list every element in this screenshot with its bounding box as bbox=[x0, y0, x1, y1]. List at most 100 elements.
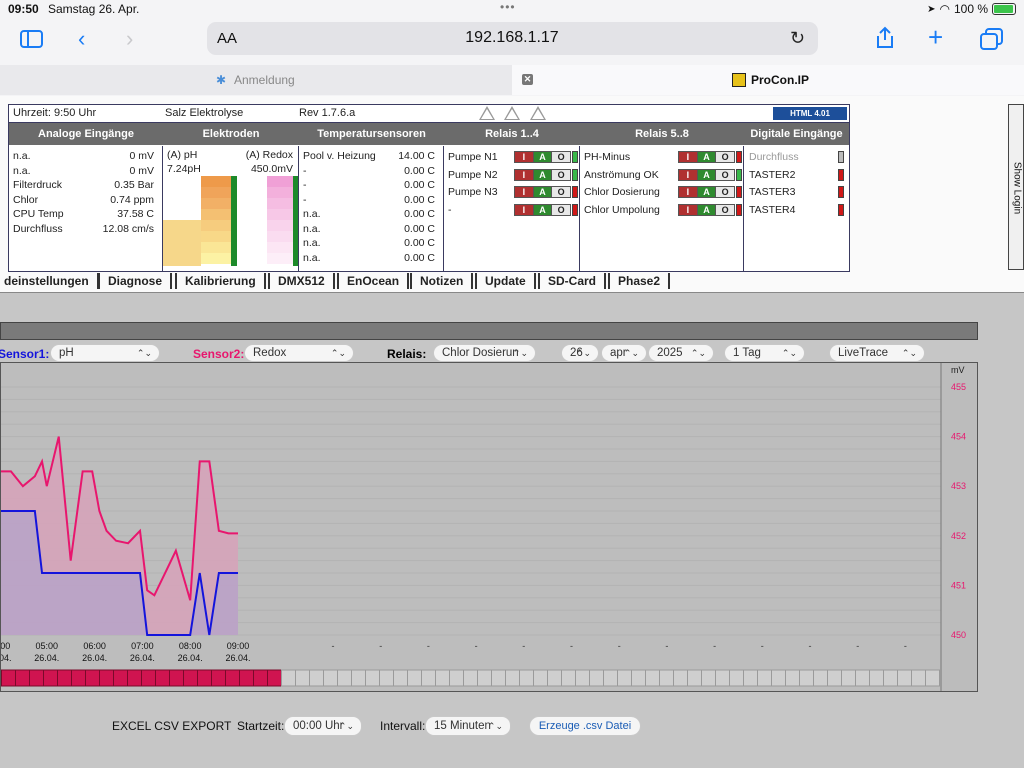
time-slot-empty bbox=[547, 669, 562, 687]
time-slot-empty bbox=[575, 669, 590, 687]
relay-name: Pumpe N1 bbox=[448, 151, 498, 163]
current-time: Uhrzeit: 9:50 Uhr bbox=[13, 107, 97, 119]
y-tick-label: 450 bbox=[951, 630, 966, 640]
iao-o-button[interactable]: O bbox=[552, 152, 571, 162]
create-csv-button[interactable]: Erzeuge .csv Datei bbox=[529, 716, 641, 736]
menu-tab-sd-card[interactable]: SD-Card bbox=[538, 273, 607, 289]
relay-iao-switch[interactable]: IAO bbox=[678, 203, 735, 216]
menu-tab-diagnose[interactable]: Diagnose bbox=[98, 273, 173, 289]
menu-tab-dmx512[interactable]: DMX512 bbox=[268, 273, 335, 289]
sensor1-select[interactable]: pH ⌃⌄ bbox=[50, 344, 160, 362]
menu-tab-kalibrierung[interactable]: Kalibrierung bbox=[175, 273, 266, 289]
analog-row: CPU Temp 37.58 C bbox=[13, 208, 154, 220]
show-login-button[interactable]: Show Login bbox=[1008, 104, 1024, 270]
digital-input-name: Durchfluss bbox=[749, 151, 799, 163]
range-select[interactable]: 1 Tag ⌃⌄ bbox=[724, 344, 805, 362]
relay-iao-switch[interactable]: IAO bbox=[678, 186, 735, 198]
iao-i-button[interactable]: I bbox=[515, 169, 533, 180]
ph-level-segment bbox=[201, 187, 231, 198]
redox-level-segment bbox=[267, 176, 293, 187]
time-slot-empty bbox=[883, 669, 898, 687]
iao-o-button[interactable]: O bbox=[716, 204, 735, 215]
iao-a-button[interactable]: A bbox=[697, 152, 716, 162]
iao-i-button[interactable]: I bbox=[679, 152, 697, 162]
ph-level-segment bbox=[201, 220, 231, 231]
tab-anmeldung[interactable]: ✱ Anmeldung bbox=[0, 65, 512, 95]
relay-iao-switch[interactable]: IAO bbox=[514, 168, 571, 181]
temp-row: -0.00 C bbox=[303, 179, 435, 191]
sensor2-select[interactable]: Redox ⌃⌄ bbox=[244, 344, 354, 362]
close-tab-icon[interactable]: ✕ bbox=[522, 74, 533, 85]
iao-o-button[interactable]: O bbox=[552, 169, 571, 180]
iao-a-button[interactable]: A bbox=[697, 169, 716, 180]
time-slot-empty bbox=[841, 669, 856, 687]
relay-iao-switch[interactable]: IAO bbox=[678, 168, 735, 181]
sensor1-label: Sensor1: bbox=[0, 347, 50, 361]
status-date: Samstag 26. Apr. bbox=[48, 2, 140, 16]
chevron-updown-icon: ⌃⌄ bbox=[690, 348, 706, 358]
ph-level-segment bbox=[201, 176, 231, 187]
iao-o-button[interactable]: O bbox=[552, 187, 571, 197]
tab-procon[interactable]: ✕ ProCon.IP bbox=[512, 65, 1024, 95]
relay-iao-switch[interactable]: IAO bbox=[678, 151, 735, 163]
new-tab-icon[interactable]: + bbox=[928, 24, 943, 50]
iao-o-button[interactable]: O bbox=[716, 187, 735, 197]
time-slot-empty bbox=[449, 669, 464, 687]
status-time: 09:50 bbox=[8, 2, 39, 16]
iao-a-button[interactable]: A bbox=[697, 187, 716, 197]
location-icon: ➤ bbox=[927, 3, 936, 15]
time-slot-filled bbox=[127, 669, 142, 687]
iao-i-button[interactable]: I bbox=[679, 187, 697, 197]
iao-a-button[interactable]: A bbox=[697, 204, 716, 215]
tab-overview-icon[interactable] bbox=[980, 28, 1004, 50]
iao-a-button[interactable]: A bbox=[533, 204, 552, 215]
iao-a-button[interactable]: A bbox=[533, 187, 552, 197]
iao-i-button[interactable]: I bbox=[679, 204, 697, 215]
header-relays-1-4: Relais 1..4 bbox=[485, 128, 539, 140]
temp-row: -0.00 C bbox=[303, 165, 435, 177]
iao-i-button[interactable]: I bbox=[515, 204, 533, 215]
chevron-updown-icon: ⌃⌄ bbox=[330, 348, 346, 358]
ph-indicator bbox=[231, 176, 237, 266]
iao-i-button[interactable]: I bbox=[515, 152, 533, 162]
multitask-dots-icon[interactable]: ••• bbox=[500, 0, 516, 14]
start-time-select[interactable]: 00:00 Uhr ⌃⌄ bbox=[284, 716, 362, 736]
temperature-sensors: Pool v. Heizung 14.00 C -0.00 C -0.00 C -… bbox=[299, 146, 444, 271]
menu-tab-einstellungen[interactable]: deinstellungen bbox=[0, 273, 99, 289]
relay-iao-switch[interactable]: IAO bbox=[514, 151, 571, 163]
iao-i-button[interactable]: I bbox=[679, 169, 697, 180]
year-select[interactable]: 2025 ⌃⌄ bbox=[648, 344, 714, 362]
x-tick-time: 09:00 bbox=[227, 641, 250, 651]
x-tick-empty: - bbox=[332, 641, 335, 651]
share-icon[interactable] bbox=[874, 26, 896, 50]
header-temps: Temperatursensoren bbox=[317, 128, 426, 140]
iao-o-button[interactable]: O bbox=[552, 204, 571, 215]
time-slot-empty bbox=[519, 669, 534, 687]
menu-tab-notizen[interactable]: Notizen bbox=[410, 273, 474, 289]
relay-iao-switch[interactable]: IAO bbox=[514, 203, 571, 216]
battery-icon bbox=[992, 3, 1016, 15]
relay-iao-switch[interactable]: IAO bbox=[514, 186, 571, 198]
iao-a-button[interactable]: A bbox=[533, 169, 552, 180]
menu-tab-enocean[interactable]: EnOcean bbox=[337, 273, 410, 289]
section-headers: Analoge Eingänge Elektroden Temperaturse… bbox=[9, 123, 849, 145]
reload-icon[interactable]: ↻ bbox=[790, 28, 805, 49]
temp-row: n.a. 0.00 C bbox=[303, 223, 435, 235]
day-select[interactable]: 26 ⌃⌄ bbox=[561, 344, 599, 362]
interval-select[interactable]: 15 Minuten ⌃⌄ bbox=[425, 716, 511, 736]
menu-tab-phase2[interactable]: Phase2 bbox=[608, 273, 671, 289]
iao-i-button[interactable]: I bbox=[515, 187, 533, 197]
iao-a-button[interactable]: A bbox=[533, 152, 552, 162]
trace-select[interactable]: LiveTrace ⌃⌄ bbox=[829, 344, 925, 362]
month-select[interactable]: apr ⌃⌄ bbox=[601, 344, 647, 362]
time-slot-empty bbox=[785, 669, 800, 687]
x-tick-time: 06:00 bbox=[83, 641, 106, 651]
relais-select[interactable]: Chlor Dosierun ⌃⌄ bbox=[433, 344, 536, 362]
time-slot-filled bbox=[141, 669, 156, 687]
iao-o-button[interactable]: O bbox=[716, 152, 735, 162]
chart-area: mV 455 454 453 452 451 450 04:00 26.04. 05:00 26.0… bbox=[0, 362, 978, 692]
chevron-updown-icon: ⌃⌄ bbox=[901, 348, 917, 358]
menu-tab-update[interactable]: Update bbox=[475, 273, 536, 289]
relay-name: Anströmung OK bbox=[584, 168, 659, 181]
iao-o-button[interactable]: O bbox=[716, 169, 735, 180]
